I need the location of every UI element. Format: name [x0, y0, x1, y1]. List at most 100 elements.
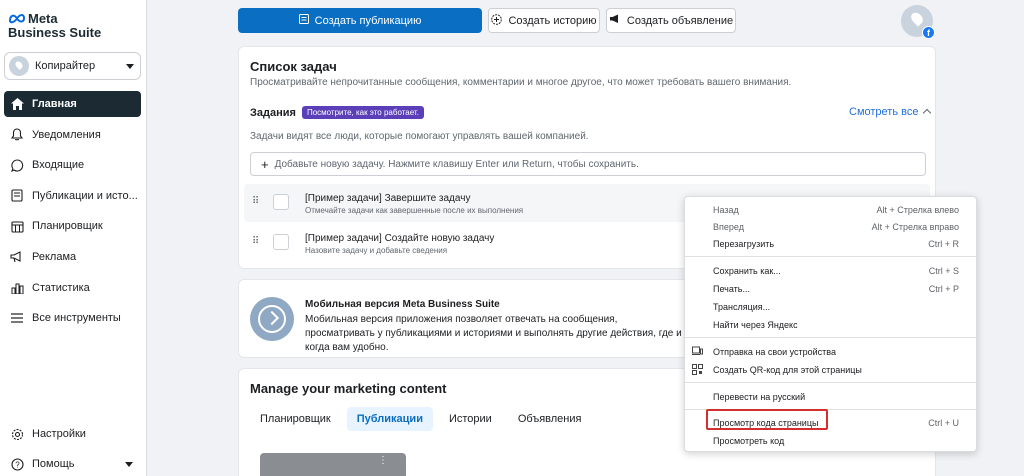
create-ad-label: Создать объявление: [626, 14, 734, 27]
sidebar-item-posts[interactable]: Публикации и исто...: [4, 183, 141, 209]
edit-post-icon: [298, 14, 309, 27]
account-avatar: [9, 56, 29, 76]
create-story-button[interactable]: Создать историю: [488, 8, 600, 33]
ctx-label: Просмотреть код: [713, 435, 785, 446]
mobile-title: Мобильная версия Meta Business Suite: [305, 299, 500, 310]
post-thumbnail[interactable]: ⋮: [260, 453, 406, 476]
ctx-translate[interactable]: Перевести на русский: [685, 388, 976, 405]
sidebar-item-inbox[interactable]: Входящие: [4, 152, 141, 178]
sidebar-item-notifications[interactable]: Уведомления: [4, 122, 141, 148]
mobile-description: Мобильная версия приложения позволяет от…: [305, 314, 682, 353]
menu-icon: [10, 311, 24, 325]
ctx-shortcut: Ctrl + S: [928, 265, 959, 276]
highlight-box: [706, 409, 828, 430]
qr-code-icon: [692, 364, 703, 375]
svg-text:?: ?: [15, 460, 20, 469]
logo-line-2: Business Suite: [8, 25, 102, 40]
sidebar-item-help[interactable]: ? Помощь: [4, 451, 141, 476]
megaphone-icon: [10, 250, 24, 264]
bar-chart-icon: [10, 281, 24, 295]
tab-stories[interactable]: Истории: [439, 407, 502, 431]
drag-handle-icon[interactable]: ⠿: [252, 196, 259, 207]
ctx-reload[interactable]: Перезагрузить Ctrl + R: [685, 235, 976, 252]
ctx-shortcut: Ctrl + R: [928, 238, 959, 249]
ctx-label: Перевести на русский: [713, 391, 806, 402]
account-name: Копирайтер: [35, 60, 96, 72]
task-checkbox[interactable]: [273, 234, 289, 250]
task-checkbox[interactable]: [273, 194, 289, 210]
meta-logo[interactable]: Meta Business Suite: [8, 12, 118, 42]
ctx-forward[interactable]: Вперед Alt + Стрелка вправо: [685, 218, 976, 235]
posts-icon: [10, 189, 24, 203]
bell-icon: [10, 128, 24, 142]
ctx-save-as[interactable]: Сохранить как... Ctrl + S: [685, 262, 976, 279]
ctx-cast[interactable]: Трансляция...: [685, 298, 976, 315]
meta-infinity-icon: [8, 14, 26, 24]
ctx-shortcut: Alt + Стрелка влево: [876, 204, 959, 215]
create-ad-button[interactable]: Создать объявление: [606, 8, 736, 33]
plus-icon: +: [261, 156, 269, 172]
task-subtitle: Отмечайте задачи как завершенные после и…: [305, 206, 524, 215]
ctx-create-qr[interactable]: Создать QR-код для этой страницы: [685, 361, 976, 378]
profile-avatar[interactable]: f: [901, 5, 935, 39]
sidebar-bottom: Настройки ? Помощь: [4, 421, 141, 476]
tasks-subtitle-row: Задания Посмотрите, как это работает.: [250, 106, 424, 119]
help-icon: ?: [10, 457, 24, 471]
sidebar-item-label: Все инструменты: [32, 312, 121, 325]
tasks-note: Задачи видят все люди, которые помогают …: [250, 131, 589, 142]
create-story-label: Создать историю: [508, 14, 597, 27]
calendar-icon: [10, 219, 24, 233]
create-post-button[interactable]: Создать публикацию: [238, 8, 482, 33]
logo-line-1: Meta: [28, 11, 58, 26]
account-switcher[interactable]: Копирайтер: [4, 52, 141, 80]
ctx-back[interactable]: Назад Alt + Стрелка влево: [685, 201, 976, 218]
sidebar-item-label: Статистика: [32, 281, 90, 294]
tab-planner[interactable]: Планировщик: [250, 407, 341, 431]
task-subtitle: Назовите задачу и добавьте сведения: [305, 246, 448, 255]
ctx-label: Создать QR-код для этой страницы: [713, 364, 862, 375]
sidebar-item-label: Помощь: [32, 458, 75, 470]
ctx-label: Сохранить как...: [713, 265, 781, 276]
mobile-app-icon: [250, 297, 294, 341]
sidebar-item-home[interactable]: Главная: [4, 91, 141, 117]
sidebar-item-settings[interactable]: Настройки: [4, 421, 141, 447]
ctx-send-to-devices[interactable]: Отправка на свои устройства: [685, 343, 976, 360]
ctx-label: Трансляция...: [713, 301, 771, 312]
drag-handle-icon[interactable]: ⠿: [252, 236, 259, 247]
chat-bubble-icon: [10, 158, 24, 172]
tab-ads[interactable]: Объявления: [508, 407, 592, 431]
see-all-link[interactable]: Смотреть все: [849, 106, 930, 118]
task-title: [Пример задачи] Создайте новую задачу: [305, 233, 495, 244]
sidebar-item-all-tools[interactable]: Все инструменты: [4, 305, 141, 331]
more-options-icon[interactable]: ⋮: [378, 455, 388, 466]
sidebar: Meta Business Suite Копирайтер Главная У…: [0, 0, 147, 476]
ctx-label: Найти через Яндекс: [713, 319, 798, 330]
ctx-label: Назад: [713, 204, 739, 215]
how-it-works-badge[interactable]: Посмотрите, как это работает.: [301, 106, 424, 119]
logo-text: Meta Business Suite: [8, 11, 101, 39]
story-icon: [491, 13, 503, 28]
sidebar-item-label: Реклама: [32, 250, 77, 263]
sidebar-item-statistics[interactable]: Статистика: [4, 275, 141, 301]
tab-posts[interactable]: Публикации: [346, 407, 433, 431]
ctx-separator: [685, 337, 976, 338]
tasks-description: Просматривайте непрочитанные сообщения, …: [250, 77, 792, 88]
ctx-label: Перезагрузить: [713, 238, 775, 249]
facebook-icon: f: [922, 26, 935, 39]
caret-down-icon: [126, 63, 134, 69]
ctx-print[interactable]: Печать... Ctrl + P: [685, 280, 976, 297]
manage-title: Manage your marketing content: [250, 381, 447, 396]
sidebar-item-planner[interactable]: Планировщик: [4, 213, 141, 239]
ctx-inspect[interactable]: Просмотреть код: [685, 432, 976, 449]
sidebar-item-label: Входящие: [32, 159, 85, 172]
sidebar-item-label: Главная: [32, 98, 77, 110]
ctx-label: Отправка на свои устройства: [713, 346, 836, 357]
ctx-search-yandex[interactable]: Найти через Яндекс: [685, 316, 976, 333]
sidebar-item-ads[interactable]: Реклама: [4, 244, 141, 270]
gear-icon: [10, 427, 24, 441]
task-title: [Пример задачи] Завершите задачу: [305, 193, 471, 204]
add-task-input[interactable]: + Добавьте новую задачу. Нажмите клавишу…: [250, 152, 926, 176]
ctx-separator: [685, 382, 976, 383]
ctx-separator: [685, 256, 976, 257]
manage-tabs: Планировщик Публикации Истории Объявлени…: [250, 407, 597, 431]
